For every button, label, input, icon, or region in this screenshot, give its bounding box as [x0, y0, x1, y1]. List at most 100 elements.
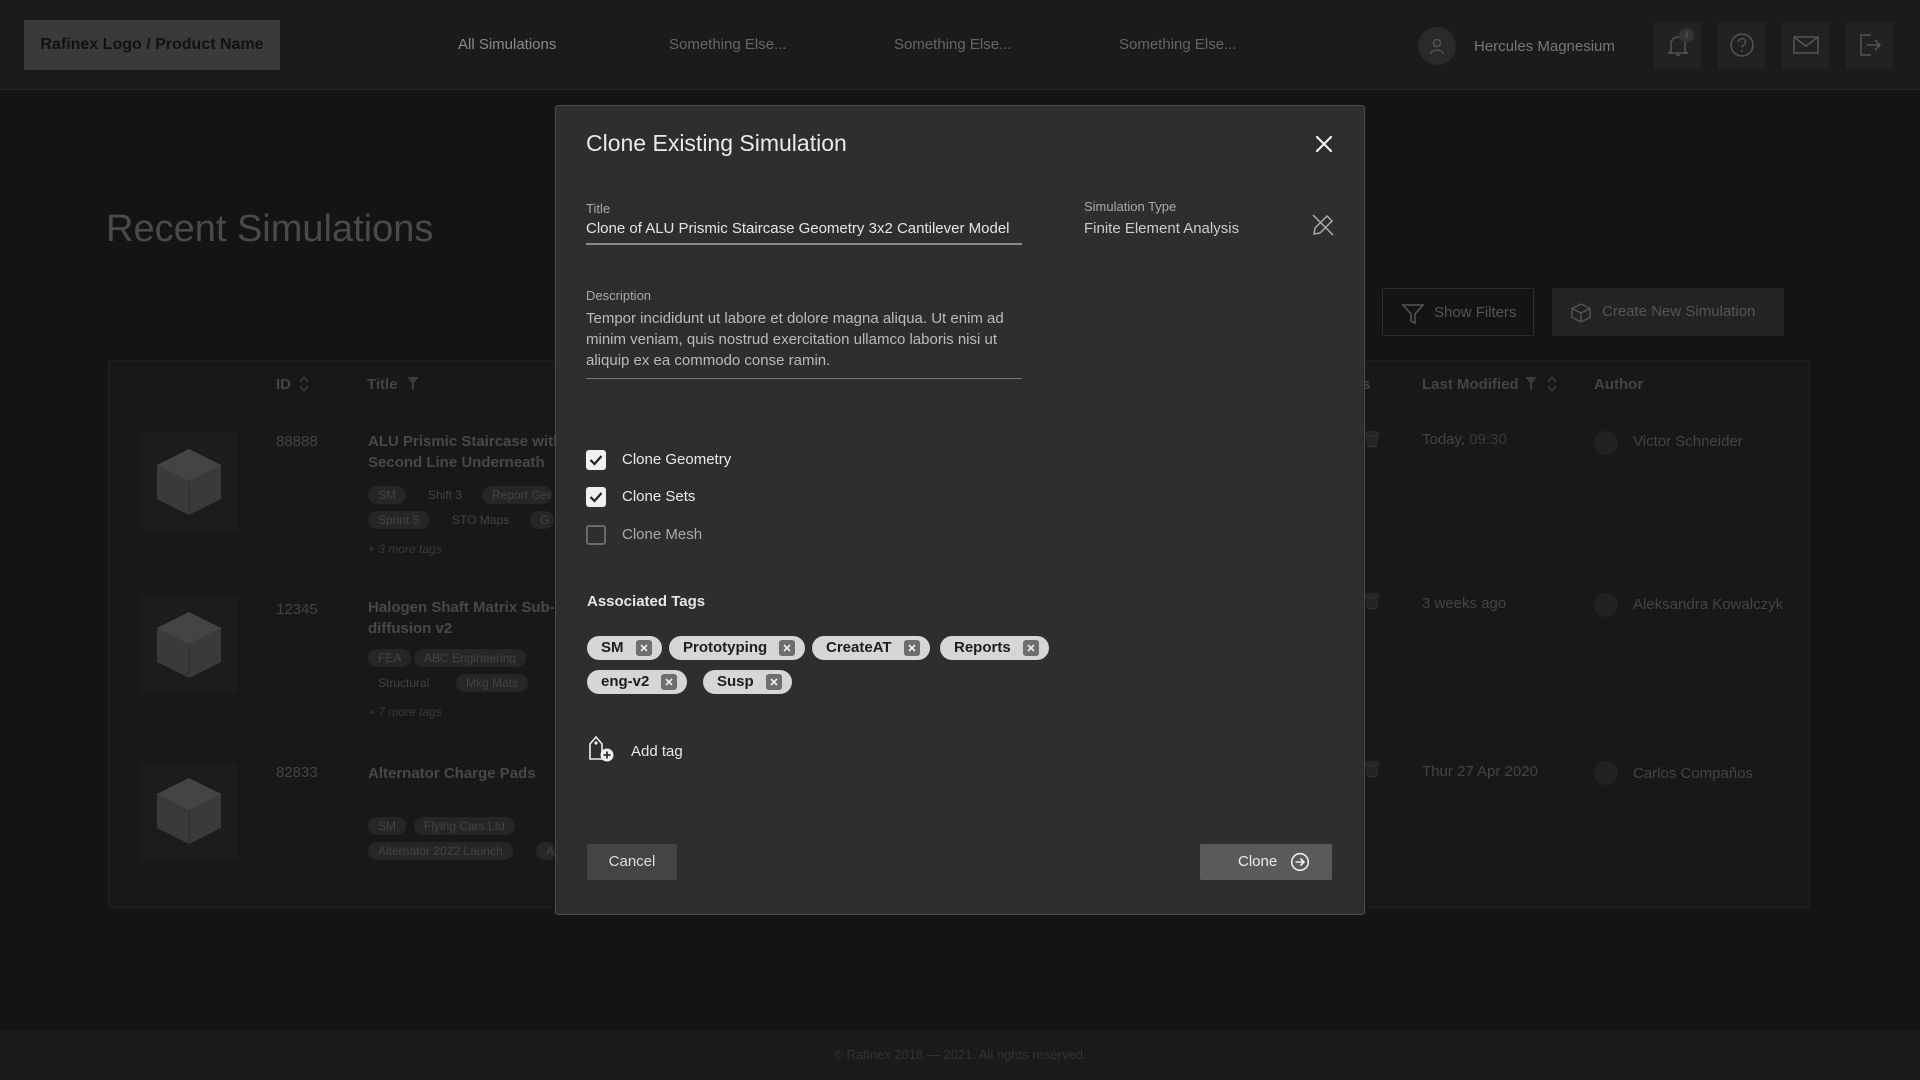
row-tag[interactable]: Sprint 5 — [368, 511, 430, 529]
create-new-simulation-button[interactable]: Create New Simulation — [1552, 288, 1784, 336]
description-textarea[interactable]: Tempor incididunt ut labore et dolore ma… — [586, 308, 1022, 371]
logout-button[interactable] — [1846, 22, 1894, 68]
add-tag-button[interactable]: Add tag — [586, 732, 726, 768]
more-tags-link[interactable]: + 3 more tags — [368, 542, 442, 556]
top-header: Rafinex Logo / Product Name All Simulati… — [0, 0, 1920, 90]
clone-mesh-label: Clone Mesh — [622, 526, 703, 543]
author-avatar — [1594, 761, 1618, 785]
row-tag[interactable]: Flying Cars Ltd — [414, 817, 515, 835]
row-tag[interactable]: G — [530, 511, 554, 529]
row-title[interactable]: Halogen Shaft Matrix Sub-diffusion v2 — [368, 597, 568, 639]
add-tag-icon — [589, 735, 614, 762]
simulation-type-value: Finite Element Analysis — [1084, 220, 1240, 237]
row-tag[interactable]: Alternator 2022 Launch — [368, 842, 513, 860]
cancel-button[interactable]: Cancel — [587, 844, 677, 880]
modal-title: Clone Existing Simulation — [586, 130, 847, 156]
tag-chip: Prototyping — [669, 636, 806, 660]
clone-sets-checkbox[interactable]: Clone Sets — [586, 487, 736, 509]
nav-something-else-3[interactable]: Something Else... — [1119, 36, 1237, 53]
checkmark-icon — [589, 492, 603, 503]
row-id: 12345 — [276, 601, 318, 618]
create-new-simulation-label: Create New Simulation — [1602, 303, 1756, 320]
checkbox-unchecked[interactable] — [586, 525, 606, 545]
row-tag[interactable]: Shift 3 — [418, 486, 472, 504]
close-icon — [1027, 644, 1035, 652]
clone-button[interactable]: Clone — [1200, 844, 1332, 880]
row-tag[interactable]: FEA — [368, 649, 412, 667]
row-last-modified: Thur 27 Apr 2020 — [1422, 763, 1538, 780]
remove-tag-button[interactable] — [779, 640, 796, 656]
show-filters-label: Show Filters — [1434, 304, 1517, 321]
cube-stack-icon — [157, 449, 221, 515]
row-tag[interactable]: Structural — [368, 674, 439, 692]
tag-chip: Reports — [940, 636, 1049, 660]
nav-something-else-2[interactable]: Something Else... — [894, 36, 1012, 53]
simulation-type-label: Simulation Type — [1084, 199, 1177, 214]
clone-mesh-checkbox[interactable]: Clone Mesh — [586, 525, 736, 547]
trash-icon[interactable]: 🗑 — [1362, 592, 1382, 612]
remove-tag-button[interactable] — [635, 640, 652, 656]
close-button[interactable] — [1312, 132, 1336, 156]
nav-something-else-1[interactable]: Something Else... — [669, 36, 787, 53]
simulation-thumbnail[interactable] — [140, 762, 238, 860]
clone-geometry-checkbox[interactable]: Clone Geometry — [586, 450, 756, 472]
messages-button[interactable] — [1782, 22, 1830, 68]
more-tags-link[interactable]: + 7 more tags — [368, 705, 442, 719]
close-icon — [639, 644, 648, 652]
column-header-author[interactable]: Author — [1594, 376, 1643, 393]
row-last-modified: Today, 09:30 — [1422, 431, 1507, 448]
row-id: 88888 — [276, 433, 318, 450]
checkbox-checked[interactable] — [586, 450, 606, 470]
notifications-button[interactable]: 4 — [1654, 22, 1702, 68]
checkbox-checked[interactable] — [586, 487, 606, 507]
row-title[interactable]: Alternator Charge Pads — [368, 763, 568, 784]
trash-icon[interactable]: 🗑 — [1362, 430, 1382, 450]
help-icon — [1730, 33, 1754, 57]
row-tag[interactable]: ABC Engineering — [414, 649, 527, 667]
row-tag[interactable]: A — [536, 842, 556, 860]
remove-tag-button[interactable] — [765, 674, 782, 690]
remove-tag-button[interactable] — [1022, 640, 1039, 656]
title-input[interactable]: Clone of ALU Prismic Staircase Geometry … — [586, 220, 1010, 237]
column-header-title[interactable]: Title — [367, 376, 398, 393]
simulation-thumbnail[interactable] — [140, 433, 238, 531]
tag-chip: SM — [587, 636, 662, 660]
notification-badge: 4 — [1679, 28, 1694, 43]
filter-icon[interactable] — [1524, 376, 1538, 392]
simulation-thumbnail[interactable] — [140, 596, 238, 694]
show-filters-button[interactable]: Show Filters — [1382, 288, 1534, 336]
trash-icon[interactable]: 🗑 — [1362, 760, 1382, 780]
close-icon — [1315, 135, 1333, 153]
row-tag[interactable]: Report Gen — [482, 486, 552, 504]
help-button[interactable] — [1718, 22, 1766, 68]
sort-icon[interactable] — [298, 374, 310, 394]
mail-icon — [1793, 36, 1819, 54]
clone-sets-label: Clone Sets — [622, 488, 696, 505]
user-name[interactable]: Hercules Magnesium — [1474, 38, 1615, 55]
tag-label: Susp — [717, 673, 754, 690]
remove-tag-button[interactable] — [903, 640, 920, 656]
clone-button-label: Clone — [1238, 853, 1278, 870]
associated-tags-title: Associated Tags — [587, 593, 706, 610]
row-tag[interactable]: SM — [368, 486, 406, 504]
author-avatar — [1594, 593, 1618, 617]
row-tag[interactable]: STO Maps — [442, 511, 519, 529]
filter-icon[interactable] — [406, 376, 420, 392]
row-title[interactable]: ALU Prismic Staircase with Second Line U… — [368, 431, 568, 473]
row-tag[interactable]: Mkg Mats — [456, 674, 529, 692]
nav-all-simulations[interactable]: All Simulations — [458, 36, 556, 53]
filter-icon — [1401, 304, 1425, 325]
sort-icon[interactable] — [1546, 374, 1558, 394]
row-author[interactable]: Aleksandra Kowalczyk — [1633, 596, 1783, 613]
row-tag[interactable]: SM — [368, 817, 406, 835]
product-logo[interactable]: Rafinex Logo / Product Name — [24, 20, 280, 70]
user-avatar[interactable] — [1418, 27, 1456, 65]
column-header-last-modified[interactable]: Last Modified — [1422, 376, 1519, 393]
remove-tag-button[interactable] — [661, 674, 678, 690]
column-header-id[interactable]: ID — [276, 376, 291, 393]
user-icon — [1429, 38, 1445, 55]
edit-disabled-button[interactable] — [1310, 212, 1336, 238]
title-input-underline — [586, 243, 1022, 245]
row-author[interactable]: Victor Schneider — [1633, 433, 1743, 450]
row-author[interactable]: Carlos Compaños — [1633, 765, 1753, 782]
